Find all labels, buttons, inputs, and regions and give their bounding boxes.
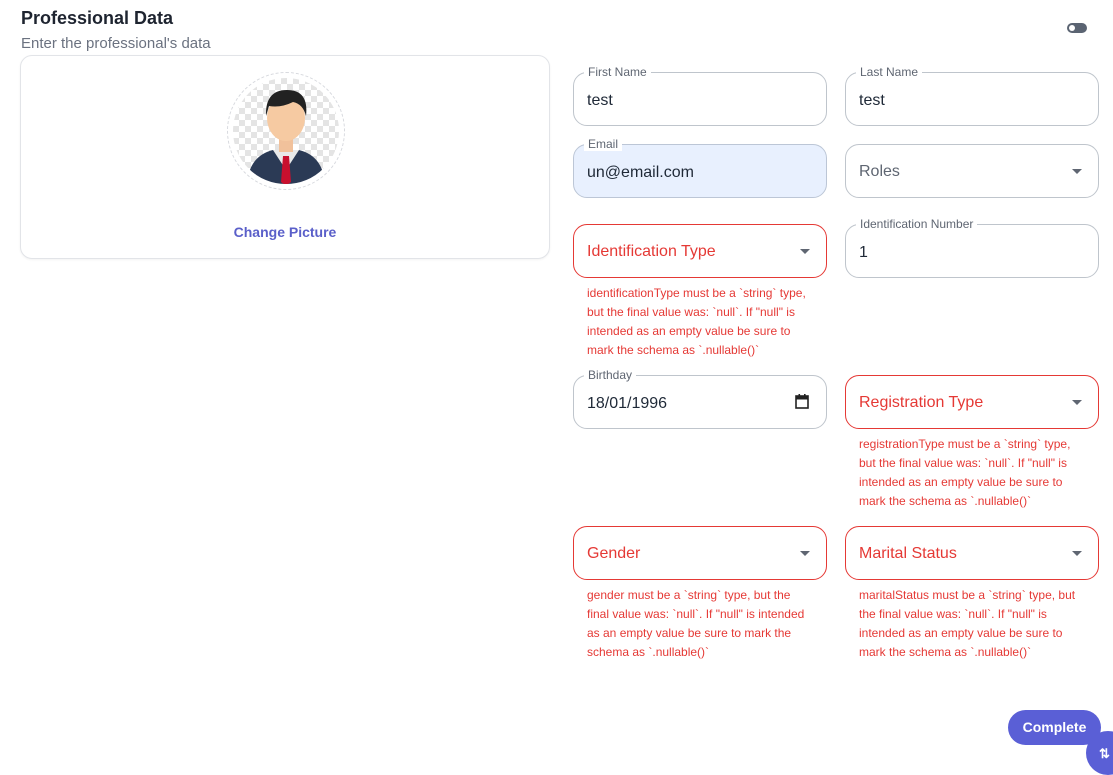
page-subtitle: Enter the professional's data: [21, 35, 211, 52]
chevron-down-icon: [1072, 551, 1082, 556]
sort-arrows-icon: ⇅: [1099, 746, 1110, 761]
first-name-value: test: [587, 92, 613, 109]
calendar-icon[interactable]: [795, 394, 809, 409]
identification-number-value: 1: [859, 244, 868, 261]
chevron-down-icon: [1072, 169, 1082, 174]
registration-type-placeholder: Registration Type: [859, 394, 984, 411]
page-title: Professional Data: [21, 8, 174, 28]
email-value: un@email.com: [587, 164, 694, 181]
identification-number-label: Identification Number: [856, 217, 978, 231]
complete-button[interactable]: Complete: [1008, 710, 1101, 745]
registration-type-error: registrationType must be a `string` type…: [859, 437, 1071, 508]
marital-status-error: maritalStatus must be a `string` type, b…: [859, 588, 1076, 659]
email-label: Email: [584, 137, 623, 151]
change-picture-link[interactable]: Change Picture: [21, 224, 549, 240]
chevron-down-icon: [1072, 400, 1082, 405]
gender-select[interactable]: Gender: [573, 526, 827, 580]
roles-select[interactable]: Roles: [845, 144, 1099, 198]
user-avatar-icon: [233, 78, 339, 184]
last-name-label: Last Name: [856, 65, 923, 79]
roles-placeholder: Roles: [859, 163, 900, 180]
theme-toggle[interactable]: [1067, 23, 1087, 33]
chevron-down-icon: [800, 551, 810, 556]
identification-type-error: identificationType must be a `string` ty…: [587, 286, 806, 357]
gender-placeholder: Gender: [587, 545, 641, 562]
profile-picture-card: Change Picture: [20, 55, 550, 259]
birthday-value: 18/01/1996: [587, 395, 668, 412]
marital-status-placeholder: Marital Status: [859, 545, 957, 562]
email-field[interactable]: Email un@email.com: [573, 137, 827, 198]
first-name-field[interactable]: First Name test: [573, 65, 827, 126]
first-name-label: First Name: [584, 65, 651, 79]
gender-error: gender must be a `string` type, but the …: [587, 588, 805, 659]
avatar-frame: [227, 72, 345, 190]
identification-number-field[interactable]: Identification Number 1: [845, 217, 1099, 278]
identification-type-placeholder: Identification Type: [587, 243, 716, 260]
birthday-label: Birthday: [584, 368, 637, 382]
avatar[interactable]: [233, 78, 339, 184]
last-name-field[interactable]: Last Name test: [845, 65, 1099, 126]
marital-status-select[interactable]: Marital Status: [845, 526, 1099, 580]
last-name-value: test: [859, 92, 885, 109]
registration-type-select[interactable]: Registration Type: [845, 375, 1099, 429]
identification-type-select[interactable]: Identification Type: [573, 224, 827, 278]
chevron-down-icon: [800, 249, 810, 254]
birthday-field[interactable]: Birthday 18/01/1996: [573, 368, 827, 429]
